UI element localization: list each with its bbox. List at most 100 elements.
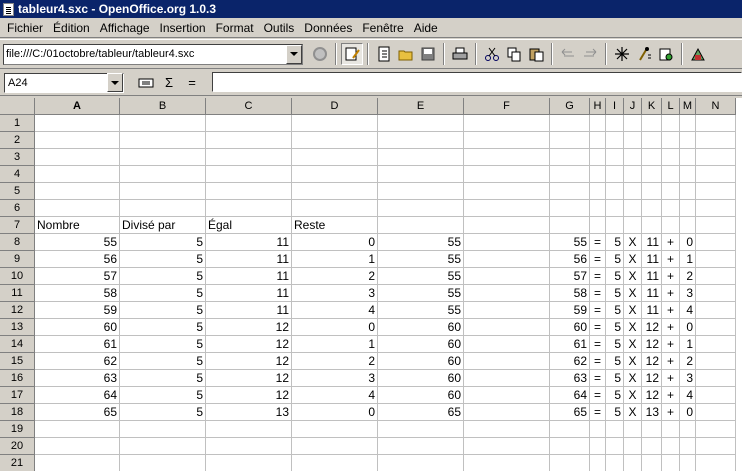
cell-d21[interactable]: [292, 455, 378, 471]
redo-button[interactable]: [579, 43, 601, 65]
cell-j3[interactable]: [624, 149, 642, 166]
cell-d8[interactable]: 0: [292, 234, 378, 251]
save-button[interactable]: [417, 43, 439, 65]
cell-c15[interactable]: 12: [206, 353, 292, 370]
cell-l21[interactable]: [662, 455, 680, 471]
cell-i12[interactable]: 5: [606, 302, 624, 319]
cell-j21[interactable]: [624, 455, 642, 471]
cell-n11[interactable]: [696, 285, 736, 302]
cell-g12[interactable]: 59: [550, 302, 590, 319]
cell-h18[interactable]: =: [590, 404, 606, 421]
row-header-7[interactable]: 7: [0, 217, 35, 234]
cell-g9[interactable]: 56: [550, 251, 590, 268]
cell-m19[interactable]: [680, 421, 696, 438]
cell-b20[interactable]: [120, 438, 206, 455]
cell-m18[interactable]: 0: [680, 404, 696, 421]
edit-file-button[interactable]: [341, 43, 363, 65]
formula-input[interactable]: [212, 72, 742, 92]
column-header-m[interactable]: M: [680, 98, 696, 115]
sum-button[interactable]: Σ: [159, 73, 179, 93]
menu-edition[interactable]: Édition: [48, 19, 95, 37]
cell-j9[interactable]: X: [624, 251, 642, 268]
cell-k12[interactable]: 11: [642, 302, 662, 319]
menu-donnees[interactable]: Données: [299, 19, 357, 37]
cell-l9[interactable]: +: [662, 251, 680, 268]
cell-d9[interactable]: 1: [292, 251, 378, 268]
cell-k1[interactable]: [642, 115, 662, 132]
cell-g19[interactable]: [550, 421, 590, 438]
cell-g5[interactable]: [550, 183, 590, 200]
cell-j13[interactable]: X: [624, 319, 642, 336]
row-header-13[interactable]: 13: [0, 319, 35, 336]
cell-e1[interactable]: [378, 115, 464, 132]
cell-b12[interactable]: 5: [120, 302, 206, 319]
cell-j8[interactable]: X: [624, 234, 642, 251]
cell-i10[interactable]: 5: [606, 268, 624, 285]
cell-c2[interactable]: [206, 132, 292, 149]
cell-m3[interactable]: [680, 149, 696, 166]
cell-a14[interactable]: 61: [35, 336, 120, 353]
cell-l5[interactable]: [662, 183, 680, 200]
cell-c12[interactable]: 11: [206, 302, 292, 319]
cell-m7[interactable]: [680, 217, 696, 234]
cell-c3[interactable]: [206, 149, 292, 166]
function-button[interactable]: =: [182, 73, 202, 93]
cell-l3[interactable]: [662, 149, 680, 166]
cell-n12[interactable]: [696, 302, 736, 319]
row-header-5[interactable]: 5: [0, 183, 35, 200]
cell-f8[interactable]: [464, 234, 550, 251]
cell-k15[interactable]: 12: [642, 353, 662, 370]
cell-n5[interactable]: [696, 183, 736, 200]
cell-a20[interactable]: [35, 438, 120, 455]
cell-l14[interactable]: +: [662, 336, 680, 353]
cell-a7[interactable]: Nombre: [35, 217, 120, 234]
cell-d11[interactable]: 3: [292, 285, 378, 302]
cell-k2[interactable]: [642, 132, 662, 149]
cell-e6[interactable]: [378, 200, 464, 217]
cell-g17[interactable]: 64: [550, 387, 590, 404]
navigator-button[interactable]: [611, 43, 633, 65]
cell-e12[interactable]: 55: [378, 302, 464, 319]
cell-n4[interactable]: [696, 166, 736, 183]
cell-g3[interactable]: [550, 149, 590, 166]
cell-d6[interactable]: [292, 200, 378, 217]
cell-m17[interactable]: 4: [680, 387, 696, 404]
cell-c5[interactable]: [206, 183, 292, 200]
cell-f19[interactable]: [464, 421, 550, 438]
cell-d4[interactable]: [292, 166, 378, 183]
cell-c17[interactable]: 12: [206, 387, 292, 404]
cell-a21[interactable]: [35, 455, 120, 471]
cell-h13[interactable]: =: [590, 319, 606, 336]
cell-i8[interactable]: 5: [606, 234, 624, 251]
cell-c16[interactable]: 12: [206, 370, 292, 387]
cell-f12[interactable]: [464, 302, 550, 319]
row-header-4[interactable]: 4: [0, 166, 35, 183]
cell-b18[interactable]: 5: [120, 404, 206, 421]
cell-m10[interactable]: 2: [680, 268, 696, 285]
cell-n20[interactable]: [696, 438, 736, 455]
cell-f7[interactable]: [464, 217, 550, 234]
cell-h9[interactable]: =: [590, 251, 606, 268]
cell-j17[interactable]: X: [624, 387, 642, 404]
cell-a2[interactable]: [35, 132, 120, 149]
cell-g7[interactable]: [550, 217, 590, 234]
cell-k21[interactable]: [642, 455, 662, 471]
open-button[interactable]: [395, 43, 417, 65]
cell-k7[interactable]: [642, 217, 662, 234]
cell-f9[interactable]: [464, 251, 550, 268]
cell-f5[interactable]: [464, 183, 550, 200]
cell-b13[interactable]: 5: [120, 319, 206, 336]
menu-fichier[interactable]: Fichier: [2, 19, 48, 37]
url-dropdown-button[interactable]: [286, 44, 302, 64]
cell-i14[interactable]: 5: [606, 336, 624, 353]
cell-g4[interactable]: [550, 166, 590, 183]
cut-button[interactable]: [481, 43, 503, 65]
cell-i19[interactable]: [606, 421, 624, 438]
cell-g1[interactable]: [550, 115, 590, 132]
cell-k11[interactable]: 11: [642, 285, 662, 302]
cell-d1[interactable]: [292, 115, 378, 132]
cell-m5[interactable]: [680, 183, 696, 200]
cell-a16[interactable]: 63: [35, 370, 120, 387]
cell-c11[interactable]: 11: [206, 285, 292, 302]
cell-d18[interactable]: 0: [292, 404, 378, 421]
